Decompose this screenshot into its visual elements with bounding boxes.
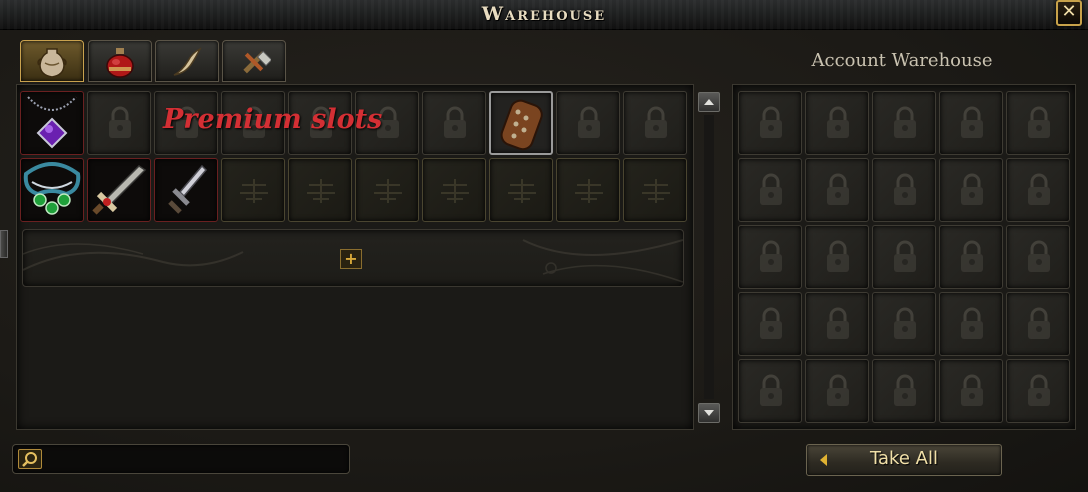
lock-icon [894,374,916,406]
account-locked-slot[interactable] [939,359,1003,423]
empty-slot[interactable] [422,158,486,222]
account-locked-slot[interactable] [738,292,802,356]
tab-tools[interactable] [222,40,286,82]
account-locked-slot[interactable] [872,91,936,155]
dagger-icon [168,164,208,214]
premium-slots-label: Premium slots [163,104,383,135]
lock-icon [894,240,916,272]
greatsword-icon [92,165,147,215]
arrow-down-icon [704,410,714,416]
item-slot[interactable] [20,158,84,222]
locked-slot[interactable] [87,91,151,155]
scroll-up-button[interactable] [698,92,720,112]
search-input[interactable] [12,444,350,474]
emerald-necklace-icon [23,162,81,215]
amethyst-necklace-icon [27,96,77,149]
search-icon[interactable] [18,449,42,469]
lock-icon [760,106,782,138]
scrollbar-track[interactable] [704,115,714,399]
account-locked-slot[interactable] [738,225,802,289]
account-locked-slot[interactable] [805,158,869,222]
lock-icon [760,307,782,339]
lock-icon [109,106,131,138]
account-locked-slot[interactable] [805,292,869,356]
panel-handle[interactable] [0,230,8,258]
account-locked-slot[interactable] [872,158,936,222]
lock-icon [1028,106,1050,138]
lock-icon [961,106,983,138]
account-locked-slot[interactable] [872,225,936,289]
account-locked-slot[interactable] [872,359,936,423]
account-locked-slot[interactable] [872,292,936,356]
tab-materials[interactable] [155,40,219,82]
leather-gauntlet-icon [500,99,543,151]
account-locked-slot[interactable] [1006,359,1070,423]
locked-slot[interactable] [623,91,687,155]
lock-icon [827,173,849,205]
lock-icon [760,240,782,272]
empty-slot[interactable] [623,158,687,222]
lock-icon [760,374,782,406]
horn-icon [173,47,202,76]
lock-icon [645,106,667,138]
tab-equipment[interactable] [20,40,84,82]
lock-icon [827,374,849,406]
lock-icon [961,307,983,339]
account-locked-slot[interactable] [738,158,802,222]
empty-slot[interactable] [355,158,419,222]
expand-slots-button[interactable]: + [340,249,362,269]
account-locked-slot[interactable] [1006,292,1070,356]
item-slot[interactable] [154,158,218,222]
account-locked-slot[interactable] [1006,158,1070,222]
lock-icon [827,307,849,339]
lock-icon [578,106,600,138]
account-locked-slot[interactable] [805,91,869,155]
account-locked-slot[interactable] [805,225,869,289]
account-locked-slot[interactable] [738,91,802,155]
account-locked-slot[interactable] [1006,225,1070,289]
tools-icon [243,50,271,74]
lock-icon [760,173,782,205]
account-warehouse-title: Account Warehouse [811,50,993,71]
lock-icon [894,307,916,339]
locked-slot[interactable] [556,91,620,155]
empty-slot[interactable] [221,158,285,222]
scroll-down-button[interactable] [698,403,720,423]
account-locked-slot[interactable] [805,359,869,423]
lock-icon [1028,374,1050,406]
locked-slot[interactable] [422,91,486,155]
vase-icon [37,48,67,78]
lock-icon [827,240,849,272]
take-all-label: Take All [870,448,938,469]
empty-slot[interactable] [556,158,620,222]
account-locked-slot[interactable] [939,292,1003,356]
lock-icon [1028,240,1050,272]
arrow-up-icon [704,99,714,105]
account-locked-slot[interactable] [939,225,1003,289]
account-locked-slot[interactable] [939,158,1003,222]
item-slot[interactable] [87,158,151,222]
tab-consumables[interactable] [88,40,152,82]
item-slot[interactable] [20,91,84,155]
window-title: Warehouse [481,3,607,25]
lock-icon [444,106,466,138]
account-locked-slot[interactable] [939,91,1003,155]
account-locked-slot[interactable] [738,359,802,423]
lock-icon [1028,307,1050,339]
lock-icon [961,240,983,272]
lock-icon [961,374,983,406]
lock-icon [1028,173,1050,205]
lock-icon [961,173,983,205]
close-button[interactable]: ✕ [1056,0,1082,26]
potion-icon [106,48,134,78]
empty-slot[interactable] [288,158,352,222]
lock-icon [894,106,916,138]
lock-icon [894,173,916,205]
warehouse-window: Warehouse ✕ Premium slots + Account Ware… [0,0,1088,492]
account-locked-slot[interactable] [1006,91,1070,155]
item-slot[interactable] [489,91,553,155]
empty-slot[interactable] [489,158,553,222]
lock-icon [827,106,849,138]
